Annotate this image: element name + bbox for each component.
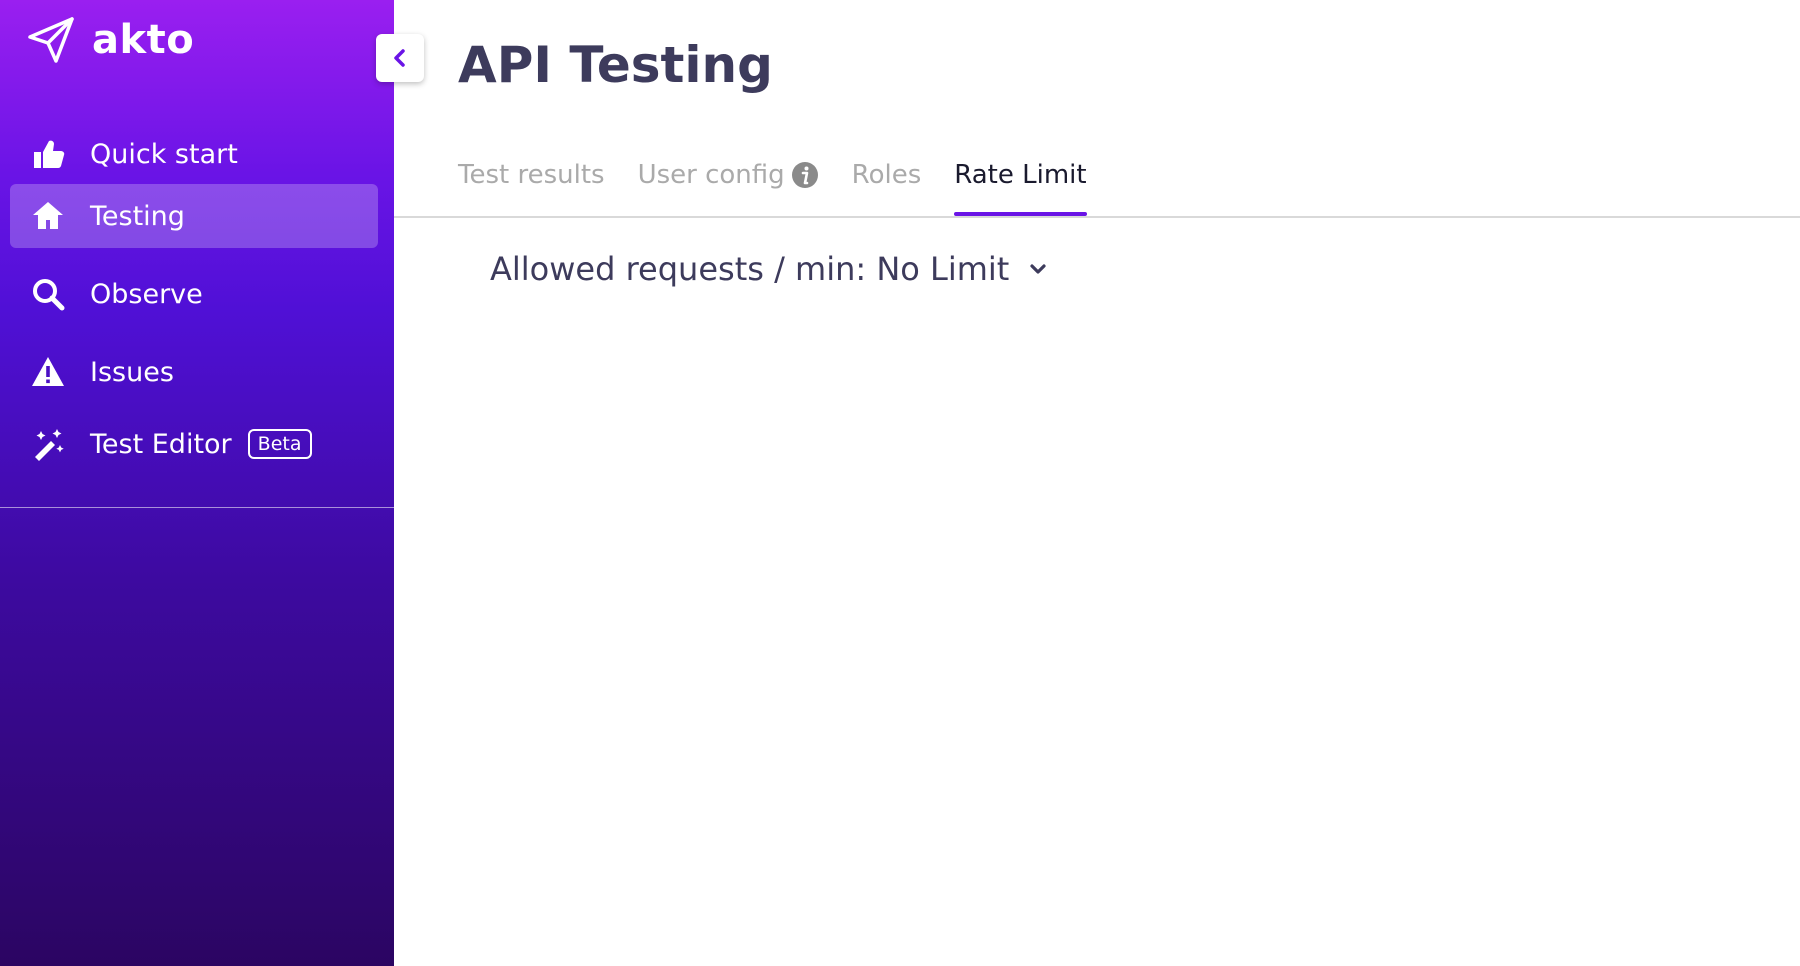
sidebar-item-label: Testing [90, 200, 185, 232]
tab-bar: Test results User config Roles Rate Limi… [458, 150, 1120, 216]
thumbs-up-icon [30, 136, 66, 172]
rate-limit-dropdown[interactable]: Allowed requests / min: No Limit [490, 250, 1049, 288]
main-content: API Testing Test results User config Rol… [394, 0, 1800, 966]
tab-label: User config [637, 160, 785, 190]
sidebar: akto Quick start Testing Observe Issues [0, 0, 394, 966]
search-icon [30, 276, 66, 312]
beta-badge: Beta [247, 429, 312, 459]
chevron-down-icon [1030, 264, 1046, 274]
sidebar-item-observe[interactable]: Observe [10, 262, 378, 326]
tab-label: Rate Limit [954, 160, 1087, 190]
sidebar-item-issues[interactable]: Issues [10, 340, 378, 404]
sidebar-item-label: Observe [90, 278, 203, 310]
tabs-divider [394, 216, 1800, 218]
sidebar-item-label: Issues [90, 356, 174, 388]
tab-test-results[interactable]: Test results [458, 150, 605, 216]
paper-plane-icon [28, 17, 74, 63]
sidebar-item-label: Quick start [90, 138, 238, 170]
home-icon [30, 198, 66, 234]
magic-wand-icon [30, 426, 66, 462]
sidebar-item-label: Test Editor [90, 428, 232, 460]
tab-label: Test results [458, 160, 605, 190]
sidebar-item-quick-start[interactable]: Quick start [10, 122, 378, 186]
sidebar-item-testing[interactable]: Testing [10, 184, 378, 248]
tab-roles[interactable]: Roles [852, 150, 922, 216]
sidebar-divider [0, 507, 394, 508]
akto-logo[interactable]: akto [26, 14, 194, 66]
rate-limit-label: Allowed requests / min: No Limit [490, 250, 1010, 288]
sidebar-item-test-editor[interactable]: Test Editor Beta [10, 412, 378, 476]
logo-text: akto [92, 17, 195, 63]
tab-rate-limit[interactable]: Rate Limit [954, 150, 1087, 216]
warning-icon [30, 354, 66, 390]
tab-label: Roles [851, 160, 922, 190]
info-icon[interactable] [791, 161, 819, 189]
tab-user-config[interactable]: User config [638, 150, 819, 216]
page-title: API Testing [458, 36, 773, 94]
